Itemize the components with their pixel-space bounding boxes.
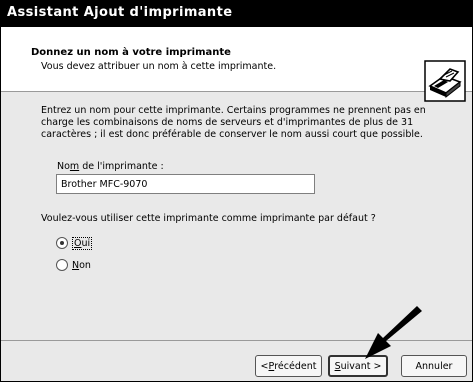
radio-default-no[interactable]: Non xyxy=(56,258,91,272)
default-printer-question: Voulez-vous utiliser cette imprimante co… xyxy=(41,213,376,224)
arrow-pointer-icon xyxy=(365,306,422,359)
description-text: Entrez un nom pour cette imprimante. Cer… xyxy=(41,105,426,140)
wizard-header: Donnez un nom à votre imprimante Vous de… xyxy=(1,27,472,102)
radio-default-yes[interactable]: Oui xyxy=(56,236,93,250)
title-bar[interactable]: Assistant Ajout d'imprimante xyxy=(1,1,472,27)
radio-yes-label: Oui xyxy=(72,236,93,250)
header-title: Donnez un nom à votre imprimante xyxy=(31,47,231,58)
add-printer-wizard-window: Assistant Ajout d'imprimante Donnez un n… xyxy=(0,0,473,382)
printer-name-input[interactable] xyxy=(56,174,315,194)
header-subtitle: Vous devez attribuer un nom à cette impr… xyxy=(41,61,277,72)
radio-button-selected[interactable] xyxy=(56,237,68,249)
back-button[interactable]: < Précédent xyxy=(255,355,322,377)
radio-button-unselected[interactable] xyxy=(56,259,68,271)
printer-icon xyxy=(424,60,466,102)
radio-no-label: Non xyxy=(72,259,91,271)
printer-name-label: Nom de l'imprimante : xyxy=(57,161,164,172)
window-title: Assistant Ajout d'imprimante xyxy=(7,5,233,20)
